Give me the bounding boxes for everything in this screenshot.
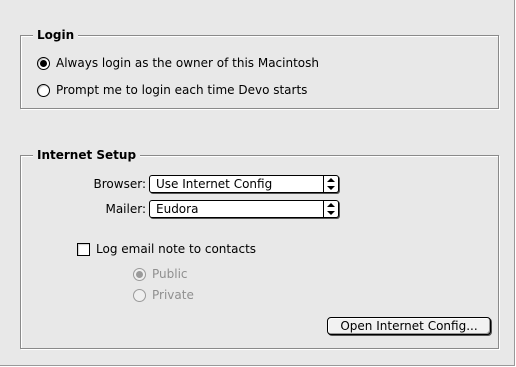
browser-popup-value: Use Internet Config xyxy=(156,177,273,191)
mailer-popup-value: Eudora xyxy=(156,202,199,216)
login-group-title: Login xyxy=(33,27,79,43)
internet-setup-group: Internet Setup Browser: Use Internet Con… xyxy=(20,147,499,349)
log-email-checkbox[interactable] xyxy=(77,242,90,256)
log-email-label: Log email note to contacts xyxy=(96,242,257,256)
visibility-public-label: Public xyxy=(152,267,188,281)
preferences-panel: Login Always login as the owner of this … xyxy=(0,0,515,366)
internet-setup-title: Internet Setup xyxy=(33,147,141,163)
login-option-prompt-label: Prompt me to login each time Devo starts xyxy=(56,83,308,97)
login-group: Login Always login as the owner of this … xyxy=(20,27,499,109)
visibility-option-public: Public xyxy=(133,267,188,281)
popup-arrows-icon xyxy=(323,176,338,192)
visibility-option-private: Private xyxy=(133,288,194,302)
radio-always-login[interactable] xyxy=(37,56,50,70)
login-option-prompt[interactable]: Prompt me to login each time Devo starts xyxy=(37,83,307,97)
login-option-always-label: Always login as the owner of this Macint… xyxy=(56,56,319,70)
login-option-always[interactable]: Always login as the owner of this Macint… xyxy=(37,56,319,70)
browser-popup[interactable]: Use Internet Config xyxy=(149,175,339,193)
popup-arrows-icon xyxy=(323,201,338,217)
open-internet-config-button[interactable]: Open Internet Config... xyxy=(327,317,491,335)
mailer-label: Mailer: xyxy=(105,202,146,216)
radio-private xyxy=(133,288,146,302)
mailer-popup[interactable]: Eudora xyxy=(149,200,339,218)
radio-prompt-login[interactable] xyxy=(37,83,50,97)
visibility-private-label: Private xyxy=(152,288,194,302)
radio-public xyxy=(133,267,146,281)
browser-label: Browser: xyxy=(93,177,146,191)
log-email-checkbox-row[interactable]: Log email note to contacts xyxy=(77,242,256,256)
